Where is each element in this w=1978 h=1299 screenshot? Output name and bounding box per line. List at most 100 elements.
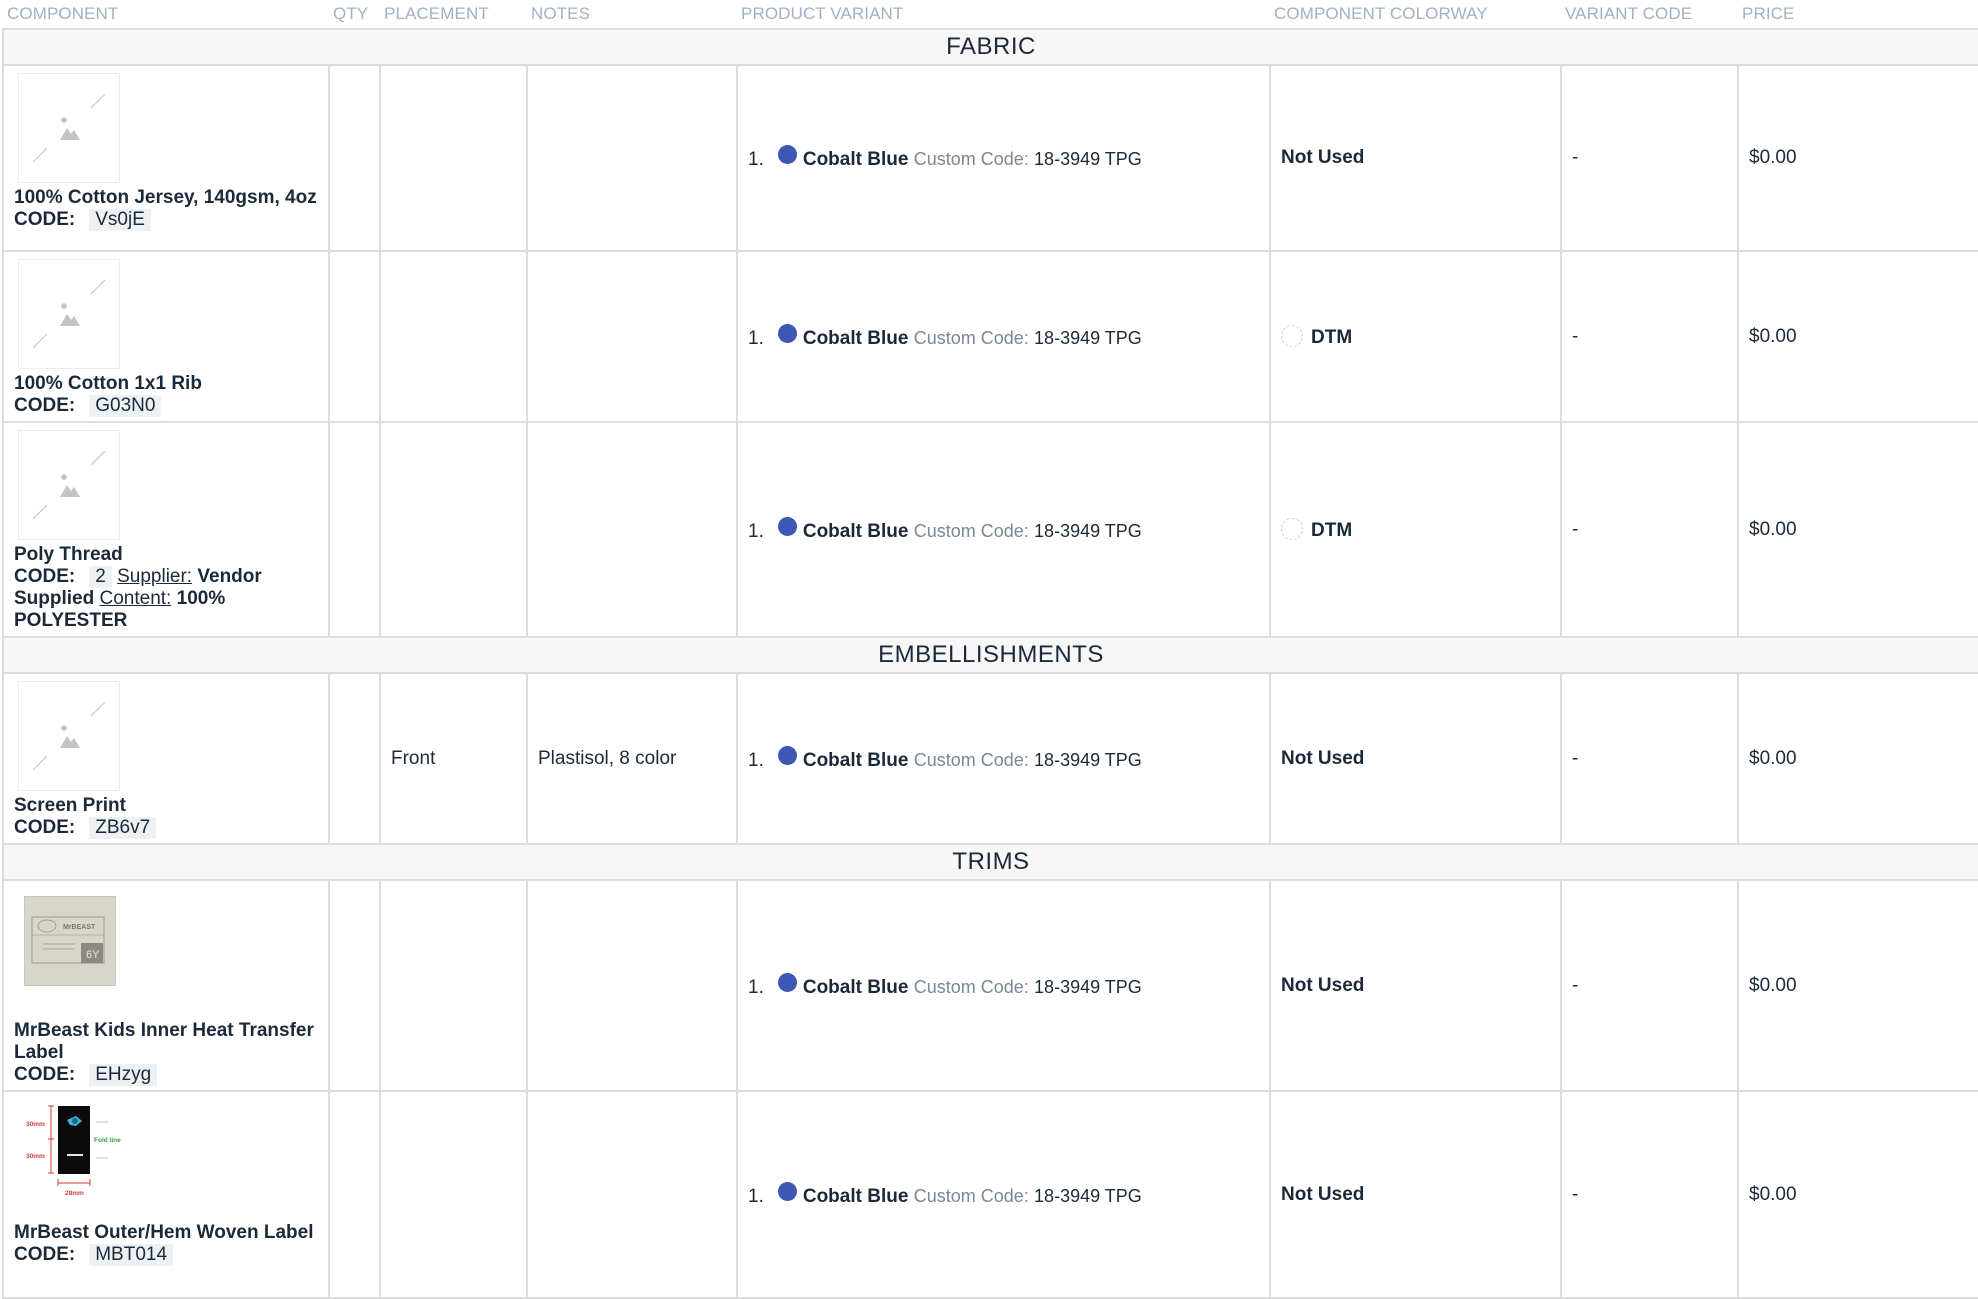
custom-code-value: 18-3949 TPG bbox=[1034, 327, 1142, 348]
woven-label-diagram-image[interactable]: 30mm 30mm 28mm Fold line bbox=[18, 1104, 128, 1200]
color-swatch-icon bbox=[777, 145, 797, 164]
placement-cell[interactable] bbox=[379, 64, 528, 252]
variant-item[interactable]: 1. Cobalt Blue Custom Code: 18-3949 TPG bbox=[748, 972, 1259, 999]
header-price[interactable]: PRICE bbox=[1738, 0, 1978, 30]
custom-code-value: 18-3949 TPG bbox=[1034, 149, 1142, 169]
colorway-cell[interactable]: Not Used bbox=[1269, 64, 1562, 252]
header-variant-code[interactable]: VARIANT CODE bbox=[1561, 0, 1738, 30]
image-placeholder-icon[interactable] bbox=[18, 681, 120, 791]
component-name[interactable]: Screen Print bbox=[14, 795, 320, 817]
component-name[interactable]: Poly Thread bbox=[14, 544, 320, 566]
component-name[interactable]: MrBeast Outer/Hem Woven Label bbox=[14, 1222, 320, 1244]
image-placeholder-icon[interactable] bbox=[18, 259, 120, 369]
label-brand-text: MrBEAST bbox=[63, 924, 96, 931]
notes-cell[interactable] bbox=[526, 879, 738, 1092]
notes-cell[interactable] bbox=[526, 250, 738, 423]
content-label[interactable]: Content: bbox=[100, 588, 172, 609]
placement-cell[interactable]: Front bbox=[379, 672, 528, 845]
section-embellishments: EMBELLISHMENTS bbox=[2, 636, 1978, 674]
code-value: 2 bbox=[89, 566, 112, 588]
variant-name: Cobalt Blue bbox=[802, 520, 909, 542]
placement-cell[interactable] bbox=[379, 250, 528, 423]
header-component-colorway[interactable]: COMPONENT COLORWAY bbox=[1270, 0, 1561, 30]
dim-width-text: 28mm bbox=[65, 1190, 84, 1197]
table-row[interactable]: 30mm 30mm 28mm Fold line MrBeast Outer/H… bbox=[2, 1090, 1978, 1299]
placement-cell[interactable] bbox=[379, 1090, 528, 1299]
table-row[interactable]: Screen Print CODE: ZB6v7 Front Plastisol,… bbox=[2, 672, 1978, 845]
qty-cell[interactable] bbox=[328, 250, 381, 423]
dim-bottom-text: 30mm bbox=[26, 1153, 45, 1160]
color-swatch-icon bbox=[777, 745, 797, 765]
header-component[interactable]: COMPONENT bbox=[3, 0, 329, 30]
component-name[interactable]: MrBeast Kids Inner Heat Transfer Label bbox=[14, 1020, 320, 1064]
header-qty[interactable]: QTY bbox=[329, 0, 380, 30]
variant-name: Cobalt Blue bbox=[802, 1185, 909, 1207]
supplier-label[interactable]: Supplier: bbox=[117, 566, 192, 587]
header-placement[interactable]: PLACEMENT bbox=[380, 0, 527, 30]
component-cell: MrBEAST 6Y MrBeast Kids Inner Heat Trans… bbox=[2, 879, 330, 1092]
placement-cell[interactable] bbox=[379, 421, 528, 638]
price-cell: $0.00 bbox=[1737, 672, 1978, 845]
colorway-value: DTM bbox=[1311, 326, 1353, 348]
section-title-fabric: FABRIC bbox=[2, 28, 1978, 66]
custom-code-label: Custom Code: bbox=[913, 1185, 1029, 1206]
variant-item[interactable]: 1. Cobalt Blue Custom Code: 18-3949 TPG bbox=[748, 1181, 1259, 1208]
table-row[interactable]: Poly Thread CODE: 2 Supplier: Vendor Supp… bbox=[2, 421, 1978, 638]
variant-item[interactable]: 1. Cobalt Blue Custom Code: 18-3949 TPG bbox=[748, 323, 1259, 350]
component-cell: Screen Print CODE: ZB6v7 bbox=[2, 672, 330, 845]
qty-cell[interactable] bbox=[328, 879, 381, 1092]
colorway-cell[interactable]: Not Used bbox=[1269, 1090, 1562, 1299]
code-line: CODE: G03N0 bbox=[14, 395, 320, 417]
qty-cell[interactable] bbox=[328, 672, 381, 845]
colorway-cell[interactable]: DTM bbox=[1269, 250, 1562, 423]
color-swatch-icon bbox=[777, 323, 797, 343]
variant-number: 1. bbox=[748, 749, 764, 771]
variant-number: 1. bbox=[748, 520, 764, 542]
component-cell: 100% Cotton Jersey, 140gsm, 4oz CODE: Vs0… bbox=[2, 64, 330, 252]
component-name[interactable]: 100% Cotton 1x1 Rib bbox=[14, 373, 320, 395]
table-row[interactable]: MrBEAST 6Y MrBeast Kids Inner Heat Trans… bbox=[2, 879, 1978, 1092]
code-line: CODE: EHzyg bbox=[14, 1064, 320, 1086]
qty-cell[interactable] bbox=[328, 421, 381, 638]
variant-code-cell: - bbox=[1560, 1090, 1739, 1299]
image-placeholder-icon[interactable] bbox=[18, 73, 120, 183]
fold-line-text: Fold line bbox=[94, 1137, 121, 1144]
colorway-cell[interactable]: DTM bbox=[1269, 421, 1562, 638]
colorway-cell[interactable]: Not Used bbox=[1269, 879, 1562, 1092]
notes-cell[interactable] bbox=[526, 64, 738, 252]
variant-item[interactable]: 1. Cobalt Blue Custom Code: 18-3949 TPG bbox=[748, 145, 1259, 171]
notes-cell[interactable] bbox=[526, 421, 738, 638]
code-value: EHzyg bbox=[89, 1064, 158, 1086]
colorway-cell[interactable]: Not Used bbox=[1269, 672, 1562, 845]
code-line: CODE: MBT014 bbox=[14, 1244, 320, 1266]
table-row[interactable]: 100% Cotton 1x1 Rib CODE: G03N0 1. Cobalt … bbox=[2, 250, 1978, 423]
header-row: COMPONENT QTY PLACEMENT NOTES PRODUCT VA… bbox=[3, 0, 1978, 30]
variant-item[interactable]: 1. Cobalt Blue Custom Code: 18-3949 TPG bbox=[748, 745, 1259, 772]
dtm-swatch-icon bbox=[1281, 324, 1303, 347]
header-product-variant[interactable]: PRODUCT VARIANT bbox=[737, 0, 1270, 30]
variant-name: Cobalt Blue bbox=[802, 749, 909, 771]
code-label: CODE: bbox=[14, 395, 76, 416]
notes-cell[interactable]: Plastisol, 8 color bbox=[526, 672, 738, 845]
header-notes[interactable]: NOTES bbox=[527, 0, 737, 30]
notes-cell[interactable] bbox=[526, 1090, 738, 1299]
color-swatch-icon bbox=[777, 972, 797, 992]
section-title-embellishments: EMBELLISHMENTS bbox=[2, 636, 1978, 674]
qty-cell[interactable] bbox=[328, 64, 381, 252]
variant-item[interactable]: 1. Cobalt Blue Custom Code: 18-3949 TPG bbox=[748, 516, 1259, 543]
label-size-text: 6Y bbox=[86, 949, 100, 961]
qty-cell[interactable] bbox=[328, 1090, 381, 1299]
product-variant-cell: 1. Cobalt Blue Custom Code: 18-3949 TPG bbox=[736, 421, 1271, 638]
variant-number: 1. bbox=[748, 327, 764, 349]
table-row[interactable]: 100% Cotton Jersey, 140gsm, 4oz CODE: Vs0… bbox=[2, 64, 1978, 252]
component-name[interactable]: 100% Cotton Jersey, 140gsm, 4oz bbox=[14, 187, 320, 209]
custom-code-value: 18-3949 TPG bbox=[1034, 749, 1142, 770]
custom-code-label: Custom Code: bbox=[913, 520, 1029, 541]
placement-cell[interactable] bbox=[379, 879, 528, 1092]
price-cell: $0.00 bbox=[1737, 1090, 1978, 1299]
variant-code-cell: - bbox=[1560, 421, 1739, 638]
image-placeholder-icon[interactable] bbox=[18, 430, 120, 540]
variant-number: 1. bbox=[748, 149, 764, 170]
label-thumbnail-image[interactable]: MrBEAST 6Y bbox=[24, 896, 116, 986]
price-cell: $0.00 bbox=[1737, 879, 1978, 1092]
